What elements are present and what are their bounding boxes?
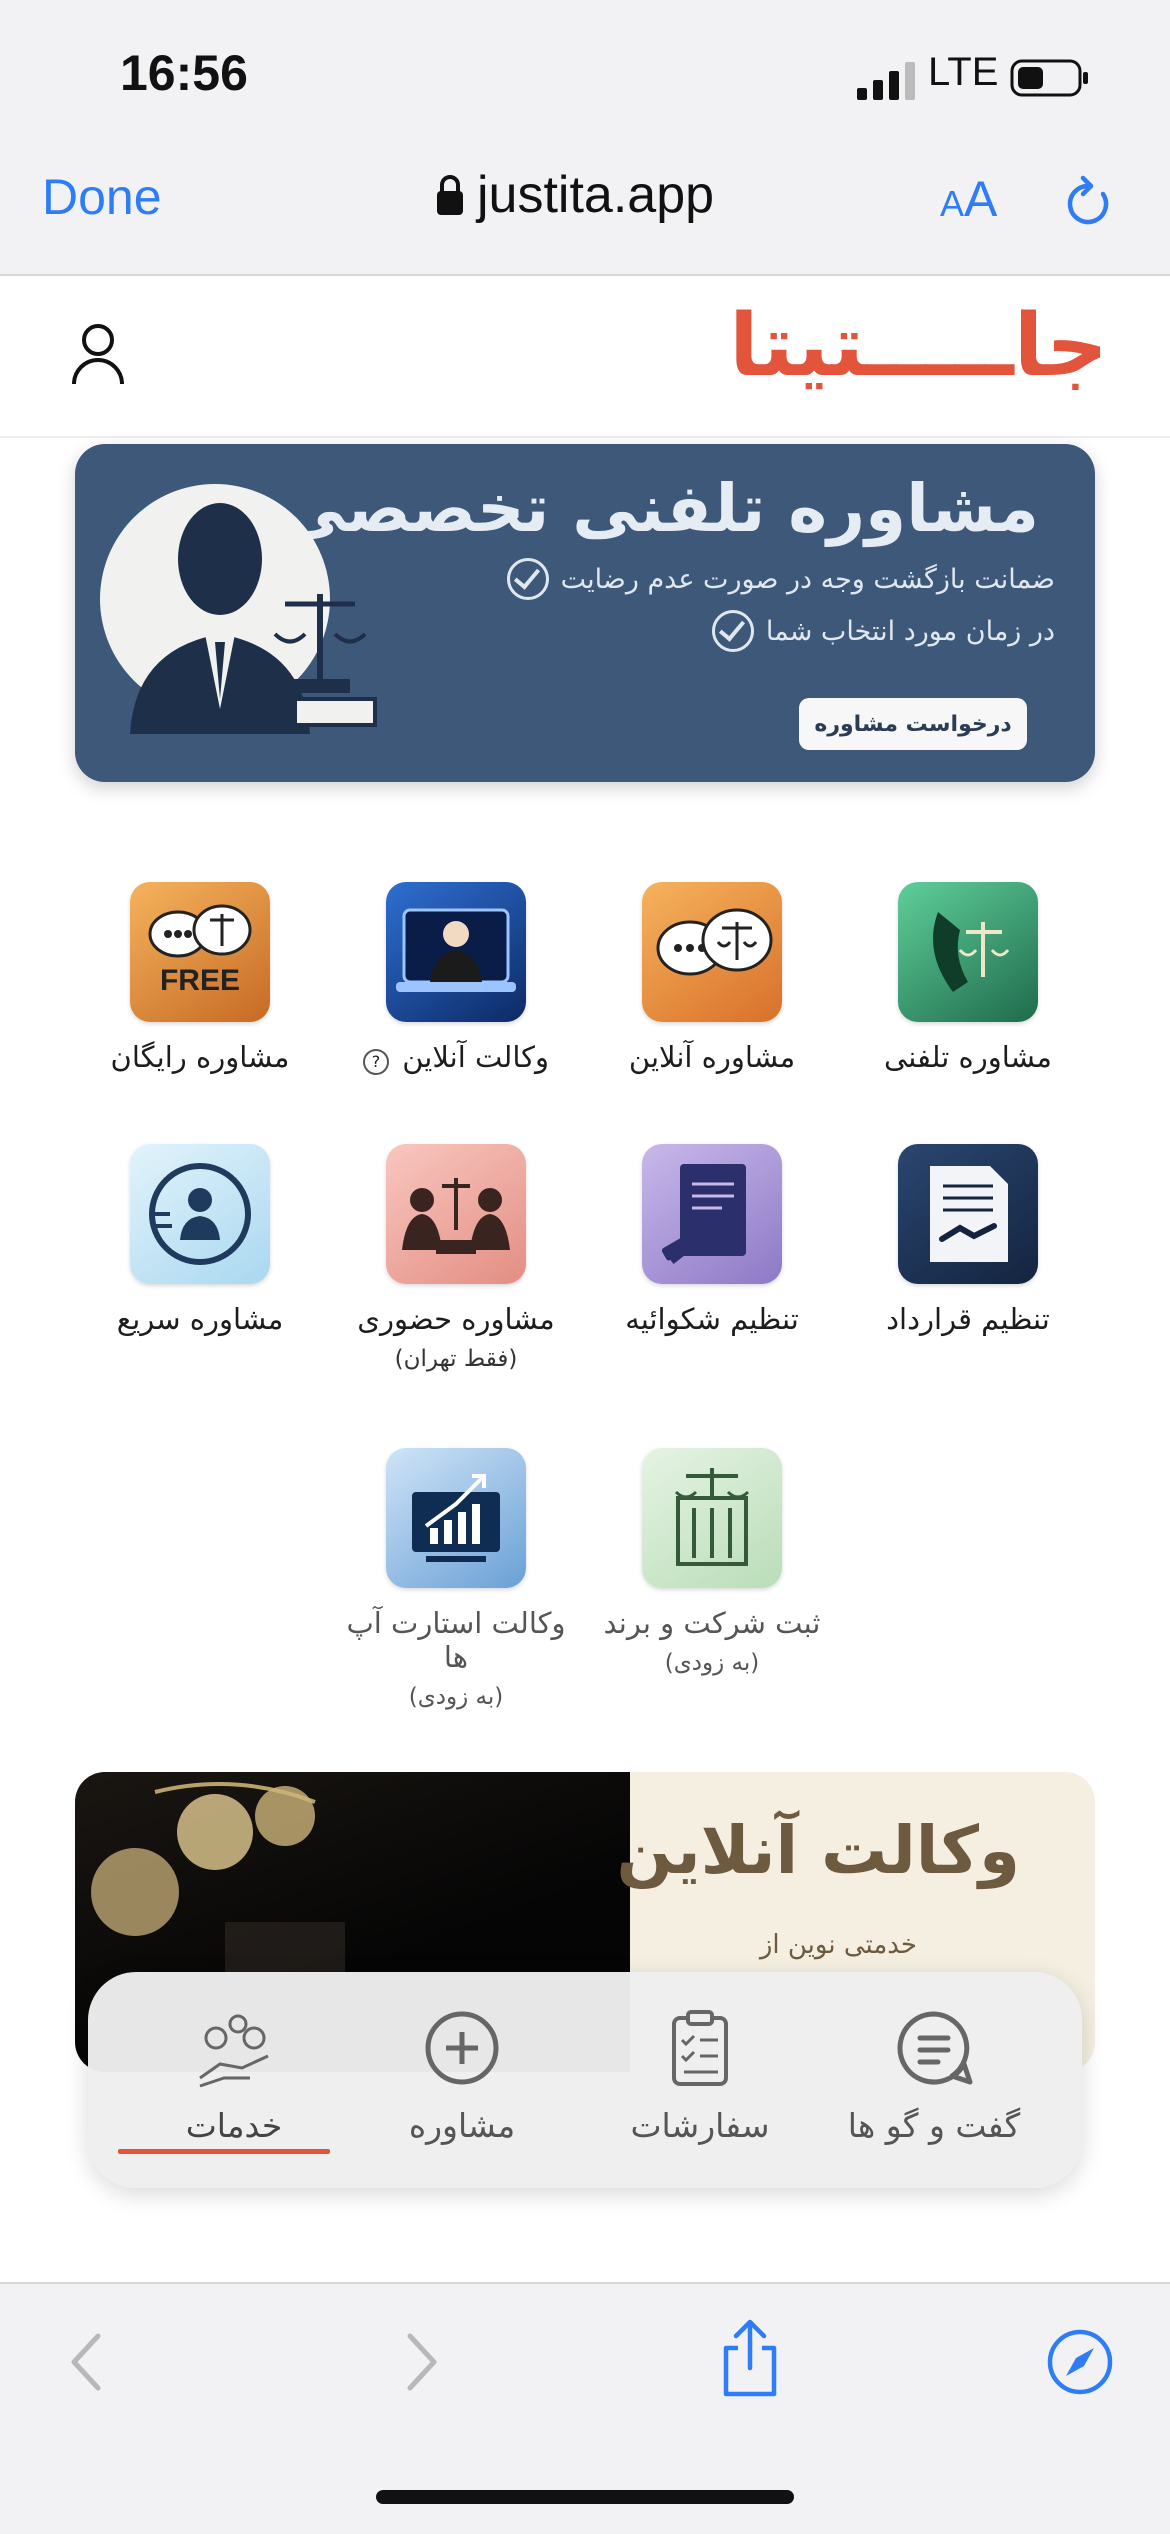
service-contract-drafting[interactable]: تنظیم قرارداد <box>848 1144 1088 1336</box>
clipboard-list-icon <box>672 2010 728 2086</box>
tab-label: گفت و گو ها <box>847 2106 1021 2145</box>
phone-scale-icon <box>898 882 1038 1022</box>
service-label: مشاوره سریع <box>116 1302 284 1336</box>
meeting-scale-icon <box>386 1144 526 1284</box>
banner-subtitle: خدمتی نوین از <box>759 1930 917 1960</box>
user-profile-icon[interactable] <box>70 320 126 388</box>
text-size-button[interactable]: AA <box>940 170 997 228</box>
service-phone-consultation[interactable]: مشاوره تلفنی <box>848 882 1088 1074</box>
service-online-consultation[interactable]: مشاوره آنلاین <box>592 882 832 1074</box>
banner-feature: ضمانت بازگشت وجه در صورت عدم رضایت <box>506 558 1055 600</box>
service-in-person-consultation[interactable]: مشاوره حضوری (فقط تهران) <box>336 1144 576 1372</box>
service-complaint-drafting[interactable]: تنظیم شکوائیه <box>592 1144 832 1336</box>
service-sublabel: (فقط تهران) <box>394 1346 518 1372</box>
site-logo[interactable]: جاـــــتیتا <box>729 296 1108 396</box>
service-label: وکالت آنلاین ? <box>336 1040 576 1075</box>
tab-label: خدمات <box>185 2106 283 2145</box>
building-scale-icon <box>642 1448 782 1588</box>
chat-scale-icon <box>642 882 782 1022</box>
service-label: تنظیم شکوائیه <box>625 1302 799 1336</box>
bottom-tab-bar: خدمات مشاوره سفارشات گفت و گو ها <box>88 1972 1082 2188</box>
banner-feature: در زمان مورد انتخاب شما <box>711 610 1055 652</box>
request-consultation-button[interactable]: درخواست مشاوره <box>799 698 1027 750</box>
document-gavel-icon <box>642 1144 782 1284</box>
phone-consultation-banner[interactable]: مشاوره تلفنی تخصصی ضمانت بازگشت وجه در ص… <box>75 444 1095 782</box>
done-button[interactable]: Done <box>42 168 162 226</box>
service-online-lawyer[interactable]: وکالت آنلاین ? <box>336 882 576 1075</box>
cellular-signal-icon <box>857 62 915 100</box>
contract-handshake-icon <box>898 1144 1038 1284</box>
forward-icon[interactable] <box>402 2330 442 2394</box>
service-company-registration[interactable]: ثبت شرکت و برند (به زودی) <box>592 1448 832 1676</box>
reload-icon[interactable] <box>1063 172 1115 230</box>
tab-services[interactable]: خدمات <box>134 1972 334 2188</box>
lawyer-laptop-icon <box>386 882 526 1022</box>
service-label: ثبت شرکت و برند <box>603 1606 821 1640</box>
free-chat-icon: FREE <box>130 882 270 1022</box>
network-type: LTE <box>928 50 999 94</box>
service-label: مشاوره حضوری <box>357 1302 555 1336</box>
service-label: مشاوره آنلاین <box>628 1040 796 1074</box>
service-label: مشاوره تلفنی <box>884 1040 1052 1074</box>
active-tab-indicator <box>118 2149 330 2154</box>
url-text: justita.app <box>477 166 715 224</box>
service-label: مشاوره رایگان <box>110 1040 290 1074</box>
banner-title: وکالت آنلاین <box>616 1812 1020 1889</box>
check-circle-icon <box>506 558 549 600</box>
address-bar[interactable]: justita.app <box>435 165 714 225</box>
service-free-consultation[interactable]: FREE مشاوره رایگان <box>80 882 320 1074</box>
lock-icon <box>437 175 463 215</box>
service-quick-consultation[interactable]: مشاوره سریع <box>80 1144 320 1336</box>
back-icon[interactable] <box>66 2330 106 2394</box>
help-icon[interactable]: ? <box>363 1049 389 1075</box>
chat-icon <box>897 2011 973 2085</box>
battery-icon <box>1010 59 1088 97</box>
tab-label: سفارشات <box>630 2106 770 2145</box>
tab-chats[interactable]: گفت و گو ها <box>834 1972 1034 2188</box>
quick-lawyer-icon <box>130 1144 270 1284</box>
service-startup-lawyer[interactable]: وکالت استارت آپ ها (به زودی) <box>336 1448 576 1710</box>
status-time: 16:56 <box>120 45 248 101</box>
home-indicator <box>376 2490 794 2504</box>
share-icon[interactable] <box>718 2318 782 2398</box>
check-circle-icon <box>711 610 754 652</box>
tab-label: مشاوره <box>408 2106 516 2145</box>
compass-icon[interactable] <box>1046 2328 1114 2396</box>
tab-orders[interactable]: سفارشات <box>600 1972 800 2188</box>
service-label: تنظیم قرارداد <box>886 1302 1050 1336</box>
service-sublabel: (به زودی) <box>664 1650 760 1676</box>
tab-consultation[interactable]: مشاوره <box>362 1972 562 2188</box>
lawyer-illustration <box>100 484 377 734</box>
free-badge: FREE <box>159 964 240 997</box>
service-sublabel: (به زودی) <box>408 1684 504 1710</box>
plus-circle-icon <box>425 2011 499 2085</box>
growth-chart-icon <box>386 1448 526 1588</box>
service-label: وکالت استارت آپ ها <box>346 1606 566 1674</box>
services-icon <box>199 2014 269 2088</box>
